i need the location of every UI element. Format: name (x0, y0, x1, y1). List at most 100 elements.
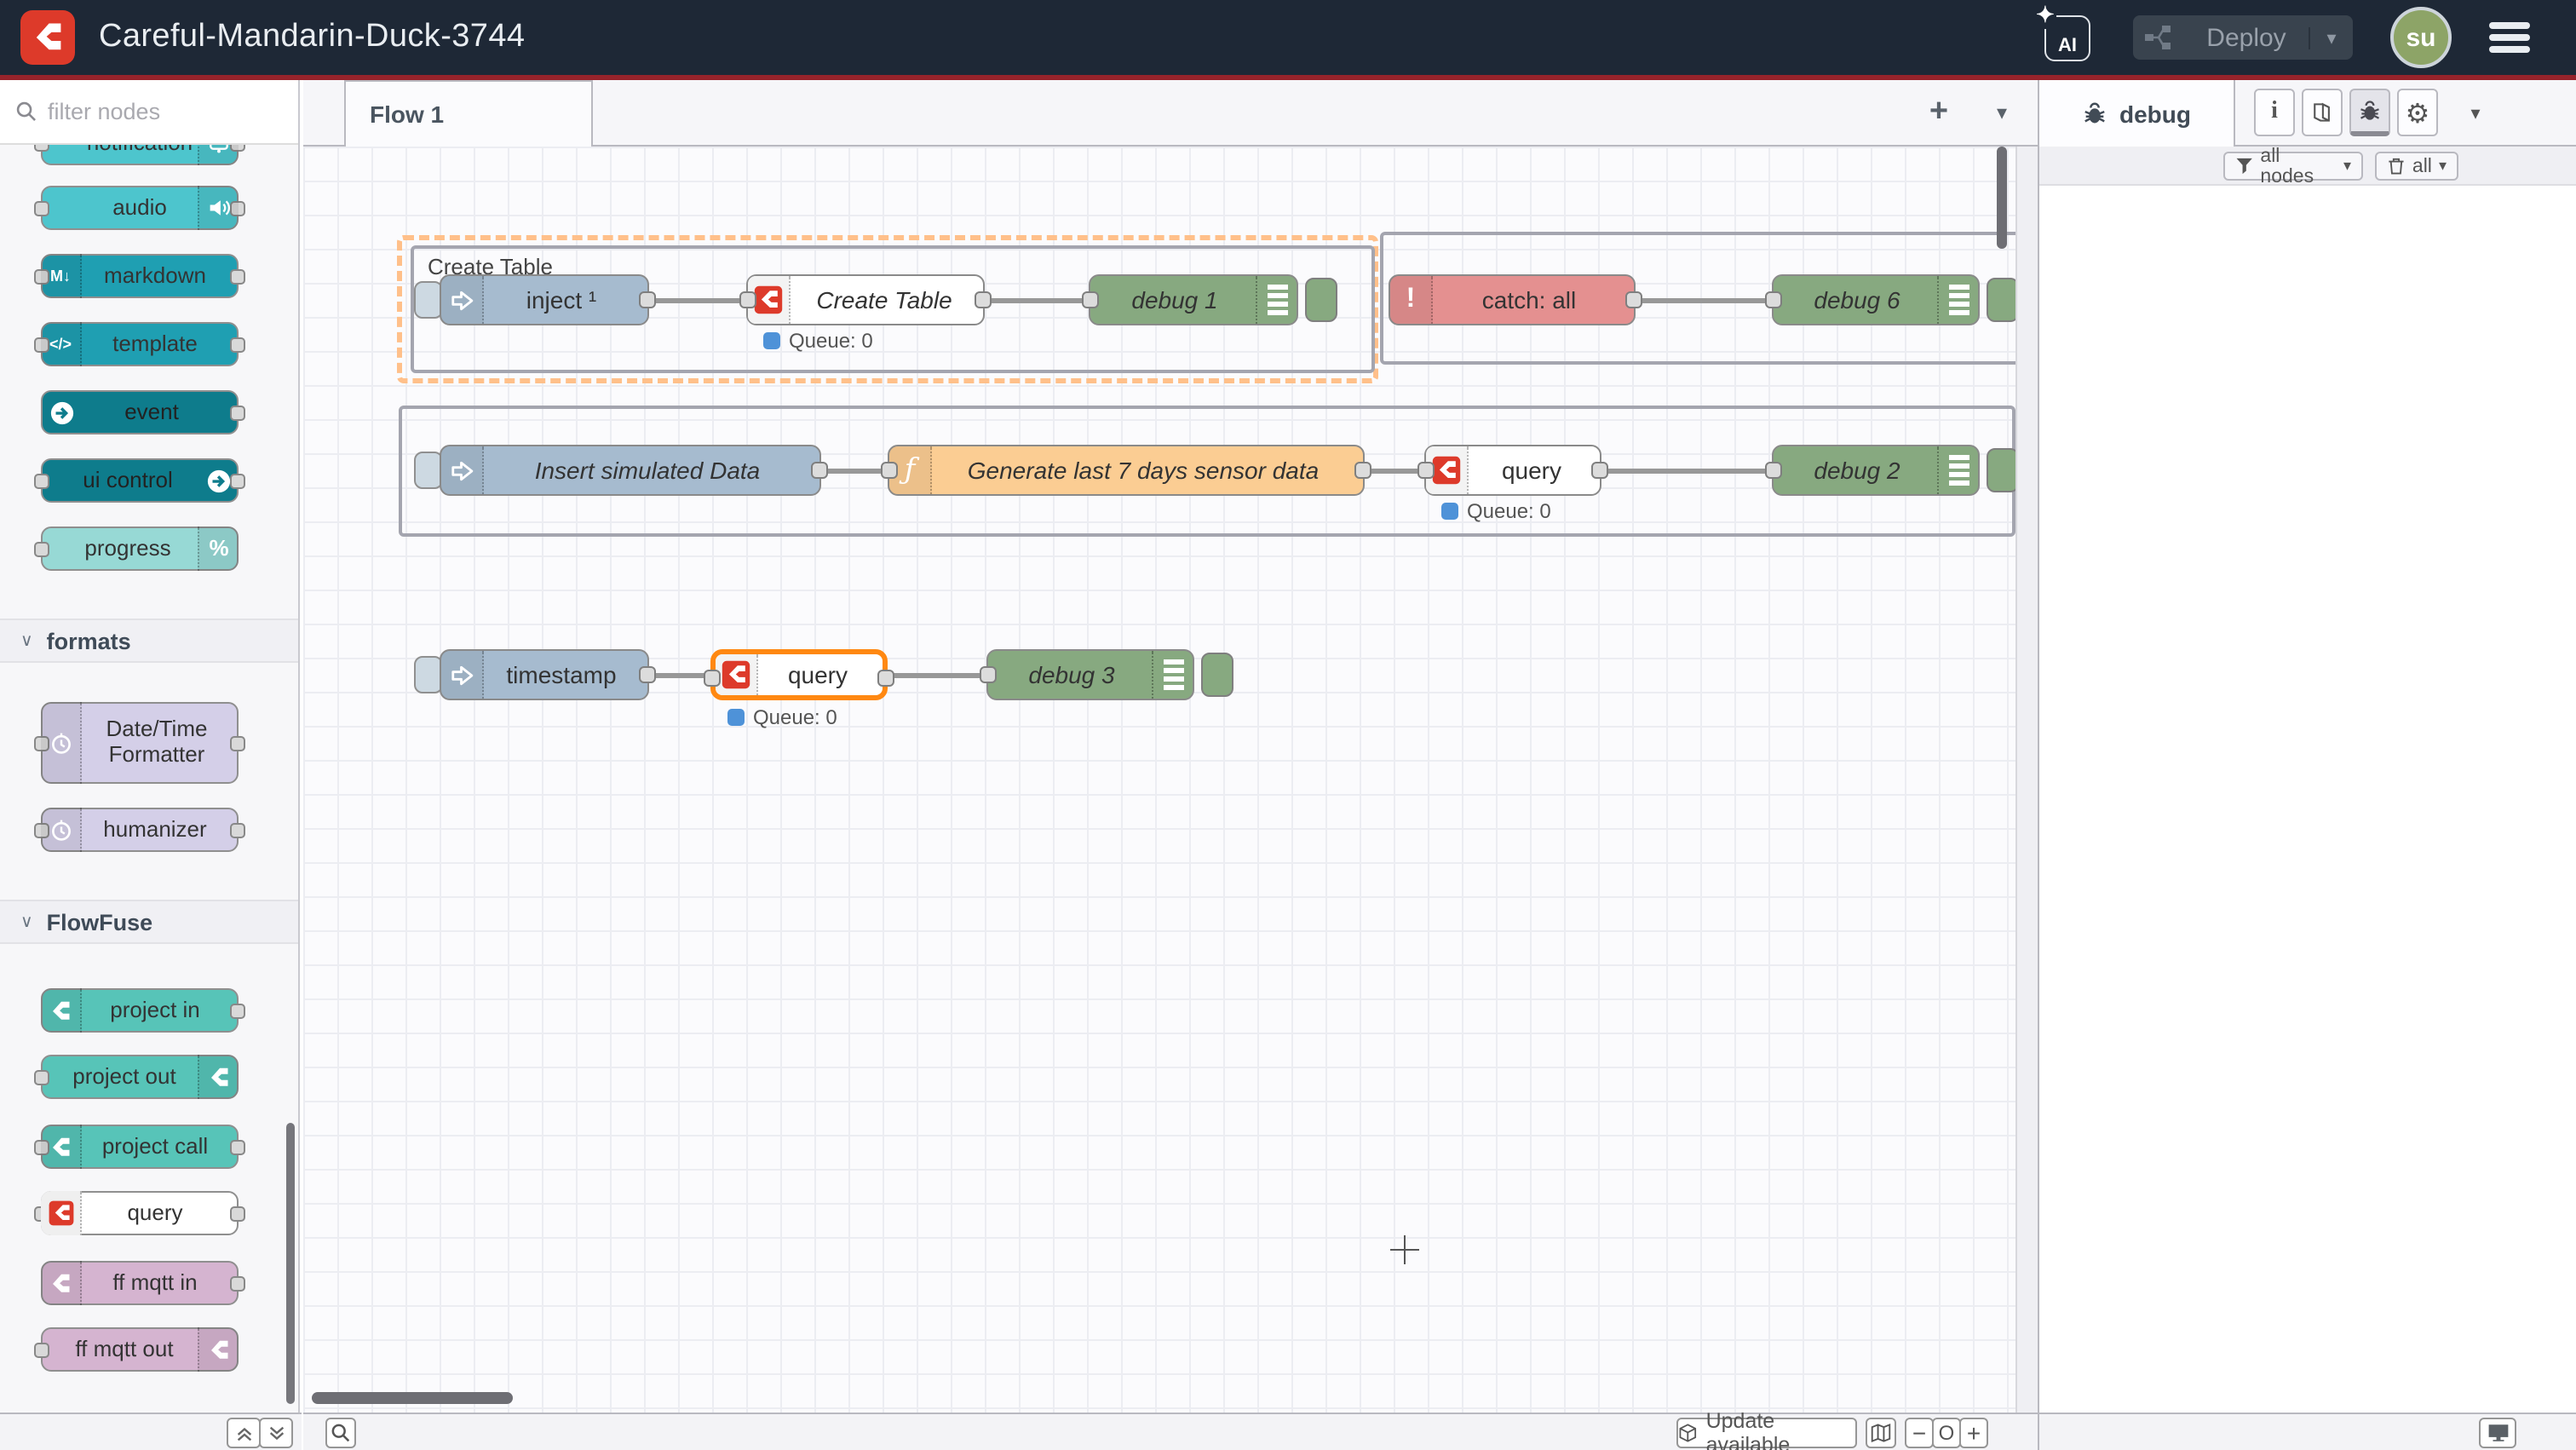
palette-node-ui-control[interactable]: ui control (41, 458, 239, 503)
node-create-table[interactable]: Create Table (746, 274, 985, 325)
wire[interactable] (649, 672, 710, 677)
node-function-generate-sensor-data[interactable]: ƒ Generate last 7 days sensor data (888, 445, 1365, 496)
collapse-all-button[interactable] (227, 1418, 261, 1448)
deploy-button[interactable]: Deploy ▾ (2133, 15, 2353, 60)
canvas-horizontal-scrollbar[interactable] (312, 1392, 513, 1404)
filter-nodes-button[interactable]: all nodes ▾ (2223, 152, 2363, 181)
input-port[interactable] (881, 461, 898, 478)
inject-trigger-button[interactable] (414, 656, 443, 693)
output-port[interactable] (1625, 291, 1642, 308)
input-port[interactable] (739, 291, 756, 308)
main-menu-button[interactable] (2489, 22, 2530, 59)
canvas-vertical-scrollbar[interactable] (1997, 147, 2007, 249)
user-avatar[interactable]: su (2390, 7, 2452, 68)
node-debug-2[interactable]: debug 2 (1772, 445, 1980, 496)
wire[interactable] (1601, 468, 1772, 473)
output-port[interactable] (975, 291, 992, 308)
palette-scrollbar[interactable] (286, 1123, 295, 1404)
help-tab-button[interactable] (2302, 89, 2343, 136)
trash-icon (2387, 157, 2406, 175)
info-tab-button[interactable]: i (2254, 89, 2295, 136)
palette-node-datetime-formatter[interactable]: Date/Time Formatter (41, 702, 239, 784)
wire[interactable] (1636, 297, 1772, 302)
config-tab-button[interactable]: ⚙ (2397, 89, 2438, 136)
palette-node-template[interactable]: </> template (41, 322, 239, 366)
palette-node-humanizer[interactable]: humanizer (41, 808, 239, 852)
output-port[interactable] (877, 669, 894, 686)
output-port[interactable] (639, 665, 656, 682)
expand-all-button[interactable] (259, 1418, 293, 1448)
clear-debug-button[interactable]: all ▾ (2375, 152, 2458, 181)
palette-section-flowfuse[interactable]: ∨ FlowFuse (0, 900, 300, 944)
minimap-button[interactable] (1866, 1418, 1896, 1448)
ai-assistant-button[interactable]: AI ✦ (2044, 15, 2090, 61)
wire[interactable] (888, 672, 986, 677)
palette-node-markdown[interactable]: M↓ markdown (41, 254, 239, 298)
input-port[interactable] (1765, 461, 1782, 478)
zoom-reset-button[interactable]: O (1932, 1418, 1961, 1448)
debug-toggle-button[interactable] (1305, 278, 1337, 322)
input-port[interactable] (1765, 291, 1782, 308)
search-icon (331, 1423, 351, 1443)
inject-trigger-button[interactable] (414, 452, 443, 489)
palette-node-query[interactable]: query (41, 1191, 239, 1235)
flowfuse-icon (41, 988, 82, 1033)
update-available-button[interactable]: Update available (1676, 1418, 1857, 1448)
inject-trigger-button[interactable] (414, 281, 443, 319)
output-port[interactable] (811, 461, 828, 478)
palette-node-ff-mqtt-in[interactable]: ff mqtt in (41, 1261, 239, 1305)
palette-node-project-call[interactable]: project call (41, 1125, 239, 1169)
wire[interactable] (985, 297, 1089, 302)
search-icon (15, 101, 37, 123)
sidebar-tab-debug[interactable]: debug (2039, 80, 2235, 147)
zoom-out-button[interactable]: − (1905, 1418, 1934, 1448)
timer-icon (41, 702, 82, 784)
wire[interactable] (649, 297, 746, 302)
debug-tab-button[interactable] (2349, 89, 2390, 136)
debug-toggle-button[interactable] (1987, 278, 2015, 322)
node-debug-1[interactable]: debug 1 (1089, 274, 1298, 325)
palette-node-project-in[interactable]: project in (41, 988, 239, 1033)
flow-canvas[interactable]: Create Table inject ¹ Create Table (303, 147, 2015, 1413)
deploy-options-chevron[interactable]: ▾ (2309, 26, 2353, 49)
node-inject-timestamp[interactable]: timestamp (440, 649, 649, 700)
output-port[interactable] (639, 291, 656, 308)
palette-node-progress[interactable]: progress % (41, 526, 239, 571)
wire[interactable] (1365, 468, 1424, 473)
node-query-selected[interactable]: query (710, 649, 888, 700)
node-insert-simulated-data[interactable]: Insert simulated Data (440, 445, 821, 496)
palette-section-formats[interactable]: ∨ formats (0, 619, 300, 663)
filter-nodes-input[interactable] (48, 99, 269, 124)
palette-node-event[interactable]: event (41, 390, 239, 434)
debug-toggle-button[interactable] (1987, 448, 2015, 492)
wire[interactable] (821, 468, 888, 473)
input-port[interactable] (1417, 461, 1435, 478)
status-dot (727, 709, 745, 726)
node-inject-1[interactable]: inject ¹ (440, 274, 649, 325)
open-new-window-button[interactable] (2479, 1418, 2516, 1448)
add-flow-button[interactable]: + (1913, 80, 1964, 145)
percent-icon: % (198, 526, 239, 571)
input-port[interactable] (980, 665, 997, 682)
input-port[interactable] (1082, 291, 1099, 308)
node-debug-6[interactable]: debug 6 (1772, 274, 1980, 325)
input-port[interactable] (704, 669, 721, 686)
sidebar-menu-chevron[interactable]: ▾ (2455, 80, 2496, 145)
palette-node-project-out[interactable]: project out (41, 1055, 239, 1099)
node-catch-all[interactable]: ! catch: all (1389, 274, 1636, 325)
output-port[interactable] (1591, 461, 1608, 478)
debug-message-list[interactable] (2039, 186, 2576, 1375)
node-debug-3[interactable]: debug 3 (986, 649, 1194, 700)
node-query-2[interactable]: query (1424, 445, 1601, 496)
search-flows-button[interactable] (325, 1418, 356, 1448)
flowfuse-logo-icon[interactable] (20, 10, 75, 65)
debug-filter-row: all nodes ▾ all ▾ (2039, 147, 2576, 186)
debug-toggle-button[interactable] (1201, 653, 1233, 697)
zoom-in-button[interactable]: + (1959, 1418, 1988, 1448)
palette-node-ff-mqtt-out[interactable]: ff mqtt out (41, 1327, 239, 1372)
flow-list-chevron[interactable]: ▾ (1980, 80, 2024, 145)
output-port[interactable] (1354, 461, 1371, 478)
sidebar-panel: debug i ⚙ ▾ all nodes ▾ all ▾ (2038, 80, 2576, 1413)
tab-flow-1[interactable]: Flow 1 (344, 80, 593, 147)
palette-node-audio[interactable]: audio (41, 186, 239, 230)
